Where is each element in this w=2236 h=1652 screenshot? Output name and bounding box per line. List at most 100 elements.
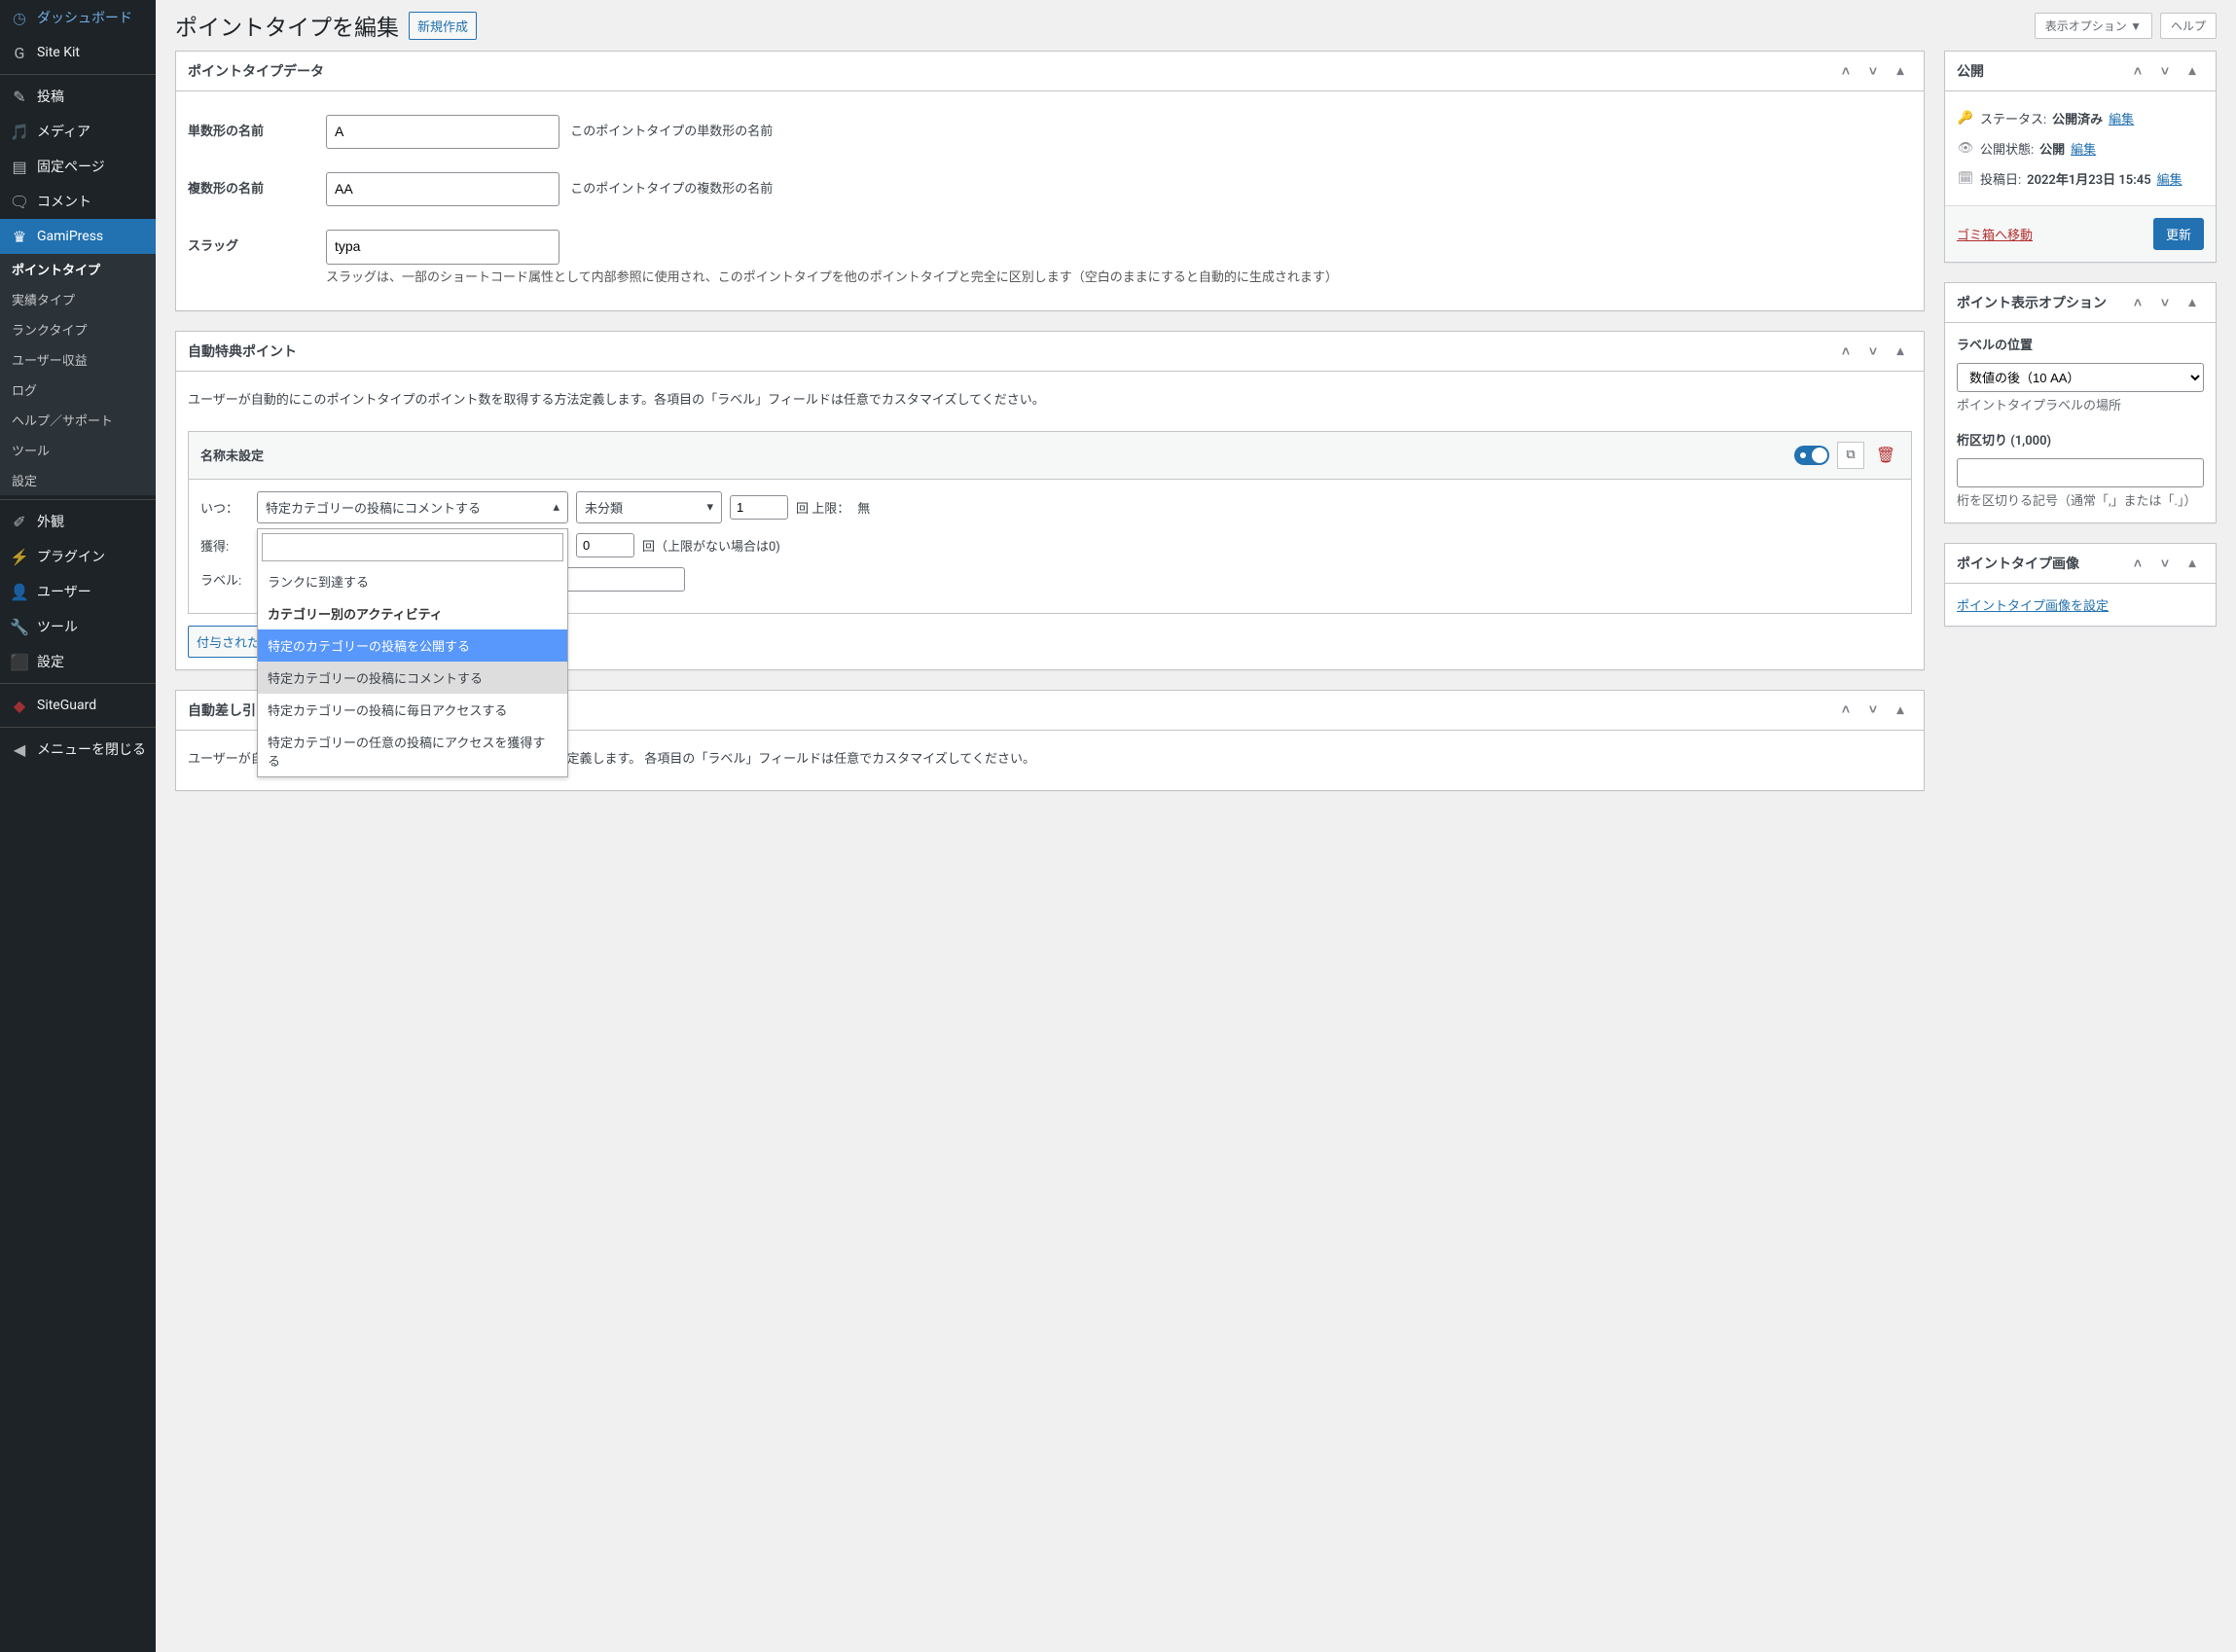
dropdown-option[interactable]: ランクに到達する <box>258 565 567 597</box>
key-icon: 🔑 <box>1957 111 1974 126</box>
page-title: ポイントタイプを編集 <box>175 9 399 42</box>
sidebar-item-tools[interactable]: 🔧ツール <box>0 609 156 644</box>
update-button[interactable]: 更新 <box>2153 218 2204 250</box>
toggle-icon[interactable]: ▴ <box>2181 291 2204 314</box>
box-title: ポイントタイプデータ <box>188 61 324 81</box>
sidebar-item-users[interactable]: 👤ユーザー <box>0 574 156 609</box>
submenu-settings[interactable]: 設定 <box>0 465 156 495</box>
brush-icon: ✐ <box>10 512 29 531</box>
screen-options-tab[interactable]: 表示オプション ▼ <box>2035 13 2152 39</box>
dropdown-option[interactable]: 特定カテゴリーの投稿に毎日アクセスする <box>258 694 567 726</box>
sidebar-item-sitekit[interactable]: GSite Kit <box>0 35 156 70</box>
toggle-icon[interactable]: ▴ <box>1889 699 1912 722</box>
slug-input[interactable] <box>326 230 559 264</box>
collapse-icon: ◀ <box>10 739 29 759</box>
sidebar-item-siteguard[interactable]: ◆SiteGuard <box>0 688 156 723</box>
when-label: いつ： <box>200 498 249 517</box>
sidebar-item-settings[interactable]: ⬛設定 <box>0 644 156 679</box>
date-value: 2022年1月23日 15:45 <box>2027 169 2150 188</box>
edit-status-link[interactable]: 編集 <box>2109 109 2134 127</box>
edit-date-link[interactable]: 編集 <box>2157 169 2182 188</box>
move-up-icon[interactable]: ˄ <box>1834 340 1857 363</box>
box-title: ポイントタイプ画像 <box>1957 554 2079 573</box>
sidebar-item-collapse[interactable]: ◀メニューを閉じる <box>0 732 156 767</box>
user-icon: 👤 <box>10 582 29 601</box>
plural-input[interactable] <box>326 172 559 206</box>
category-select[interactable]: 未分類▾ <box>576 491 722 523</box>
slug-label: スラッグ <box>188 230 314 254</box>
plural-desc: このポイントタイプの複数形の名前 <box>570 172 773 197</box>
move-up-icon[interactable]: ˄ <box>2126 552 2149 575</box>
sidebar-item-posts[interactable]: ✎投稿 <box>0 79 156 114</box>
singular-input[interactable] <box>326 115 559 149</box>
dropdown-search-input[interactable] <box>262 533 563 561</box>
trigger-select[interactable]: 特定カテゴリーの投稿にコメントする▴ <box>257 491 568 523</box>
submenu-rank-types[interactable]: ランクタイプ <box>0 314 156 344</box>
visibility-label: 公開状態: <box>1980 139 2034 158</box>
box-title: 自動特典ポイント <box>188 341 297 361</box>
sidebar-item-comments[interactable]: 🗨コメント <box>0 184 156 219</box>
help-tab[interactable]: ヘルプ <box>2160 13 2217 39</box>
move-down-icon[interactable]: ˅ <box>2153 291 2177 314</box>
publish-box: 公開 ˄ ˅ ▴ 🔑 ステータス: 公開済み 編集 👁 <box>1944 51 2217 263</box>
thousands-sep-desc: 桁を区切りる記号（通常「,」または「.」） <box>1957 493 2204 511</box>
chevron-up-icon: ▴ <box>553 500 559 515</box>
pin-icon: ✎ <box>10 87 29 106</box>
submenu-tools[interactable]: ツール <box>0 435 156 465</box>
count-input[interactable] <box>730 495 788 520</box>
move-down-icon[interactable]: ˅ <box>1861 699 1885 722</box>
page-icon: ▤ <box>10 157 29 176</box>
label-label: ラベル: <box>200 570 249 589</box>
thousands-sep-input[interactable] <box>1957 458 2204 487</box>
submenu-user-earnings[interactable]: ユーザー収益 <box>0 344 156 375</box>
sidebar-item-dashboard[interactable]: ◷ダッシュボード <box>0 0 156 35</box>
admin-sidebar: ◷ダッシュボード GSite Kit ✎投稿 🎵メディア ▤固定ページ 🗨コメン… <box>0 0 156 1652</box>
submenu-help[interactable]: ヘルプ／サポート <box>0 405 156 435</box>
label-position-select[interactable]: 数値の後（10 AA） <box>1957 363 2204 392</box>
sidebar-item-plugins[interactable]: ⚡プラグイン <box>0 539 156 574</box>
plugin-icon: ⚡ <box>10 547 29 566</box>
sidebar-item-media[interactable]: 🎵メディア <box>0 114 156 149</box>
move-up-icon[interactable]: ˄ <box>2126 59 2149 83</box>
move-down-icon[interactable]: ˅ <box>1861 59 1885 83</box>
toggle-icon[interactable]: ▴ <box>2181 59 2204 83</box>
submenu-achievement-types[interactable]: 実績タイプ <box>0 284 156 314</box>
count-suffix: 回 上限： <box>796 498 849 517</box>
active-toggle[interactable] <box>1794 446 1829 465</box>
trigger-dropdown: ランクに到達する カテゴリー別のアクティビティ 特定のカテゴリーの投稿を公開する… <box>257 528 568 777</box>
move-down-icon[interactable]: ˅ <box>2153 552 2177 575</box>
toggle-icon[interactable]: ▴ <box>2181 552 2204 575</box>
date-label: 投稿日: <box>1980 169 2021 188</box>
dropdown-option[interactable]: 特定カテゴリーの投稿にコメントする <box>258 662 567 694</box>
dropdown-option[interactable]: 特定カテゴリーの任意の投稿にアクセスを獲得する <box>258 726 567 776</box>
eye-icon: 👁 <box>1957 141 1974 156</box>
edit-visibility-link[interactable]: 編集 <box>2071 139 2096 158</box>
move-up-icon[interactable]: ˄ <box>1834 59 1857 83</box>
gamipress-submenu: ポイントタイプ 実績タイプ ランクタイプ ユーザー収益 ログ ヘルプ／サポート … <box>0 254 156 495</box>
shield-icon: ◆ <box>10 696 29 715</box>
submenu-point-types[interactable]: ポイントタイプ <box>0 254 156 284</box>
dropdown-option[interactable]: 特定のカテゴリーの投稿を公開する <box>258 629 567 662</box>
toggle-icon[interactable]: ▴ <box>1889 340 1912 363</box>
thousands-sep-label: 桁区切り (1,000) <box>1957 430 2204 449</box>
move-up-icon[interactable]: ˄ <box>2126 291 2149 314</box>
sidebar-item-appearance[interactable]: ✐外観 <box>0 504 156 539</box>
trash-link[interactable]: ゴミ箱へ移動 <box>1957 225 2033 243</box>
move-up-icon[interactable]: ˄ <box>1834 699 1857 722</box>
point-type-data-box: ポイントタイプデータ ˄ ˅ ▴ 単数形の名前 このポイントタイプの単数形の名前 <box>175 51 1925 311</box>
submenu-logs[interactable]: ログ <box>0 375 156 405</box>
page-header: ポイントタイプを編集 新規作成 表示オプション ▼ ヘルプ <box>175 0 2217 51</box>
main-content: ポイントタイプを編集 新規作成 表示オプション ▼ ヘルプ ポイントタイプデータ… <box>156 0 2236 1652</box>
move-down-icon[interactable]: ˅ <box>1861 340 1885 363</box>
slug-desc: スラッグは、一部のショートコード属性として内部参照に使用され、このポイントタイプ… <box>326 269 1912 288</box>
box-title: 自動差し引 <box>188 700 256 720</box>
sidebar-item-gamipress[interactable]: ♛GamiPress <box>0 219 156 254</box>
sidebar-item-pages[interactable]: ▤固定ページ <box>0 149 156 184</box>
earn-input[interactable] <box>576 533 634 557</box>
move-down-icon[interactable]: ˅ <box>2153 59 2177 83</box>
toggle-icon[interactable]: ▴ <box>1889 59 1912 83</box>
delete-button[interactable]: 🗑 <box>1872 442 1899 469</box>
add-new-button[interactable]: 新規作成 <box>409 12 477 40</box>
duplicate-button[interactable]: ⧉ <box>1837 442 1864 469</box>
set-image-link[interactable]: ポイントタイプ画像を設定 <box>1957 599 2109 614</box>
